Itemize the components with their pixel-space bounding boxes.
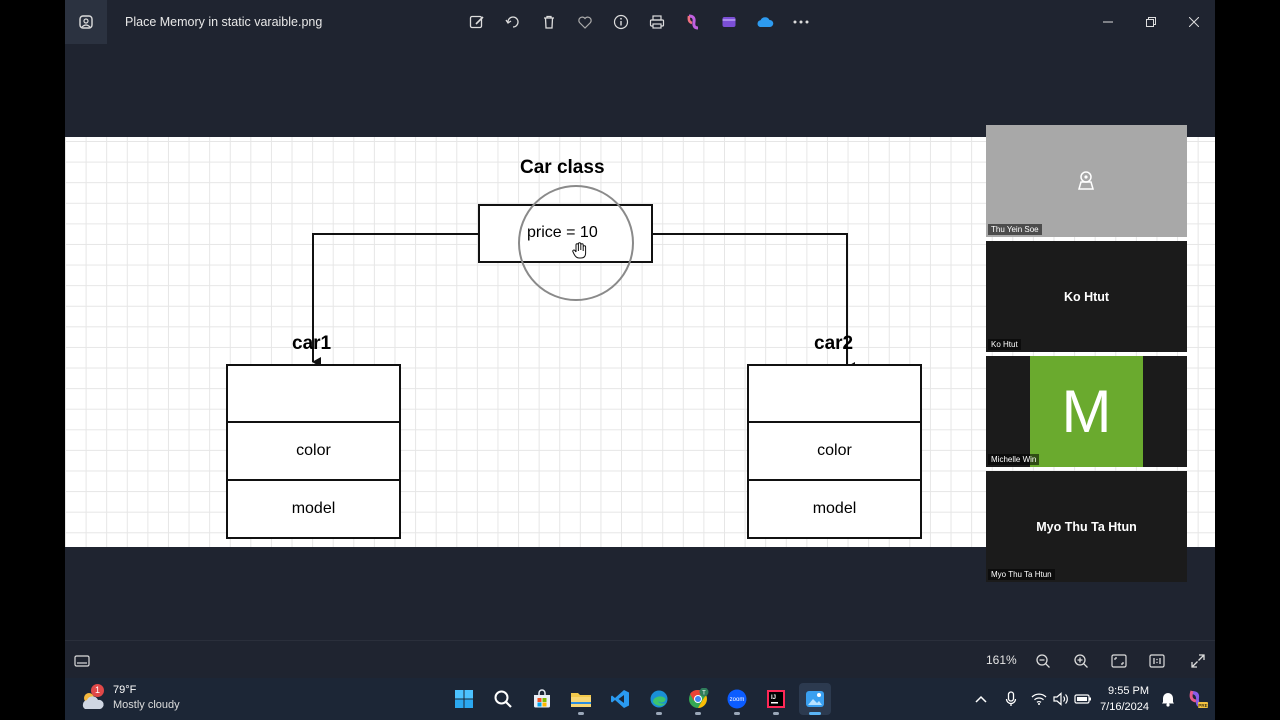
zoom-icon[interactable]: zoom (721, 683, 753, 715)
close-icon[interactable] (1172, 0, 1215, 44)
store-icon[interactable] (526, 683, 558, 715)
car2-label: car2 (814, 333, 854, 354)
weather-condition: Mostly cloudy (113, 699, 180, 711)
delete-icon[interactable] (537, 10, 561, 34)
edit-image-icon[interactable] (465, 10, 489, 34)
weather-cloud-icon: 1 (79, 684, 107, 712)
zoom-in-icon[interactable] (1070, 650, 1092, 672)
full-screen-icon[interactable] (1187, 650, 1209, 672)
participant-name: Thu Yein Soe (988, 224, 1042, 235)
car2-model-text: model (812, 500, 857, 517)
battery-icon[interactable] (1072, 688, 1094, 710)
search-icon[interactable] (487, 683, 519, 715)
edge-icon[interactable] (643, 683, 675, 715)
photos-app-icon[interactable] (65, 0, 107, 44)
car1-label: car1 (292, 333, 332, 354)
weather-temperature: 79°F (113, 684, 137, 696)
car2-color-text: color (817, 442, 852, 459)
copilot-icon[interactable] (681, 10, 705, 34)
info-icon[interactable] (609, 10, 633, 34)
rotate-icon[interactable] (501, 10, 525, 34)
title-bar: Place Memory in static varaible.png (65, 0, 1215, 44)
camera-off-icon (1078, 171, 1094, 190)
microphone-icon[interactable] (1000, 688, 1022, 710)
viewer-bottom-bar: 161% (65, 640, 1215, 678)
svg-text:PRE: PRE (1198, 703, 1207, 708)
svg-text:IJ: IJ (771, 695, 776, 701)
weather-widget[interactable]: 1 79°F Mostly cloudy (79, 683, 180, 713)
clock[interactable]: 9:55 PM 7/16/2024 (1100, 683, 1149, 715)
pinned-apps: T zoom IJ (448, 683, 831, 715)
chrome-icon[interactable]: T (682, 683, 714, 715)
minimize-icon[interactable] (1086, 0, 1129, 44)
car1-field-model: model (228, 481, 399, 537)
participant-display-name: Ko Htut (1063, 289, 1110, 304)
car1-color-text: color (296, 442, 331, 459)
vscode-icon[interactable] (604, 683, 636, 715)
letterbox-left (0, 0, 65, 720)
participant-name: Myo Thu Ta Htun (988, 569, 1055, 580)
photos-window: Place Memory in static varaible.png Car … (65, 0, 1215, 678)
print-icon[interactable] (645, 10, 669, 34)
start-icon[interactable] (448, 683, 480, 715)
participant-tile-1[interactable]: Thu Yein Soe (986, 125, 1187, 237)
car2-field-model: model (749, 481, 920, 537)
participant-display-name: Myo Thu Ta Htun (1036, 519, 1137, 534)
participant-tile-2[interactable]: Ko Htut Ko Htut (986, 241, 1187, 352)
participant-name: Ko Htut (988, 339, 1021, 350)
copilot-pre-icon[interactable]: PRE (1187, 688, 1209, 710)
svg-text:T: T (702, 690, 706, 696)
participant-name: Michelle Win (988, 454, 1040, 465)
favorite-icon[interactable] (573, 10, 597, 34)
onedrive-icon[interactable] (753, 10, 777, 34)
avatar: M (1030, 356, 1143, 467)
file-explorer-icon[interactable] (565, 683, 597, 715)
arrow-to-car1 (312, 233, 479, 367)
image-toolbar (465, 10, 813, 34)
car2-field-color: color (749, 423, 920, 481)
fit-to-window-icon[interactable] (1108, 650, 1130, 672)
windows-taskbar: 1 79°F Mostly cloudy T zoom IJ 9:55 PM 7… (65, 678, 1215, 720)
car1-model-text: model (291, 500, 336, 517)
weather-badge: 1 (91, 684, 104, 697)
clock-date: 7/16/2024 (1100, 701, 1149, 713)
letterbox-right (1215, 0, 1280, 720)
wifi-icon[interactable] (1028, 688, 1050, 710)
zoom-level: 161% (986, 653, 1017, 667)
hand-cursor-icon (572, 242, 587, 259)
svg-text:zoom: zoom (730, 697, 745, 703)
chevron-up-icon[interactable] (970, 688, 992, 710)
zoom-out-icon[interactable] (1032, 650, 1054, 672)
car2-object: color model (747, 364, 922, 539)
participant-tile-4[interactable]: Myo Thu Ta Htun Myo Thu Ta Htun (986, 471, 1187, 582)
maximize-icon[interactable] (1129, 0, 1172, 44)
file-name: Place Memory in static varaible.png (125, 15, 323, 29)
clipchamp-icon[interactable] (717, 10, 741, 34)
actual-size-icon[interactable] (1146, 650, 1168, 672)
notification-bell-icon[interactable] (1157, 688, 1179, 710)
car2-field (749, 366, 920, 423)
car1-field-color: color (228, 423, 399, 481)
filmstrip-icon[interactable] (71, 650, 93, 672)
more-icon[interactable] (789, 10, 813, 34)
car1-object: color model (226, 364, 401, 539)
participant-tile-3[interactable]: M Michelle Win (986, 356, 1187, 467)
photos-icon[interactable] (799, 683, 831, 715)
intellij-icon[interactable]: IJ (760, 683, 792, 715)
clock-time: 9:55 PM (1108, 685, 1149, 697)
volume-icon[interactable] (1050, 688, 1072, 710)
system-tray: 9:55 PM 7/16/2024 PRE (970, 678, 1215, 720)
car1-field (228, 366, 399, 423)
avatar-initial: M (1061, 378, 1112, 445)
window-controls (1086, 0, 1215, 44)
